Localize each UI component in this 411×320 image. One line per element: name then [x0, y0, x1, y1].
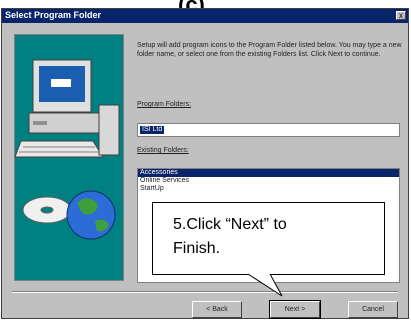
list-item[interactable]: Accessories: [138, 169, 399, 177]
back-button[interactable]: < Back: [192, 301, 242, 318]
close-icon: x: [399, 11, 403, 20]
next-button[interactable]: Next >: [269, 300, 321, 319]
program-folders-label: Program Folders:: [137, 101, 192, 108]
instructions-text: Setup will add program icons to the Prog…: [137, 42, 402, 58]
computer-globe-icon: [14, 59, 120, 240]
program-folder-value: ISI Ltd: [140, 126, 165, 134]
title-bar: Select Program Folder x: [2, 9, 408, 23]
setup-illustration: [14, 34, 124, 281]
callout-line-1: 5.Click “Next” to: [173, 216, 287, 233]
program-folder-input[interactable]: ISI Ltd: [137, 123, 400, 137]
existing-folders-label: Existing Folders:: [137, 147, 189, 154]
list-item[interactable]: StartUp: [138, 185, 399, 193]
separator: [12, 291, 398, 293]
callout-line-2: Finish.: [173, 240, 221, 257]
cancel-button[interactable]: Cancel: [348, 301, 398, 318]
callout-text: 5.Click “Next” to Finish.: [173, 213, 373, 261]
list-item[interactable]: Online Services: [138, 177, 399, 185]
close-button[interactable]: x: [396, 11, 406, 20]
instruction-callout: 5.Click “Next” to Finish.: [152, 202, 385, 275]
dialog-title: Select Program Folder: [5, 10, 102, 20]
